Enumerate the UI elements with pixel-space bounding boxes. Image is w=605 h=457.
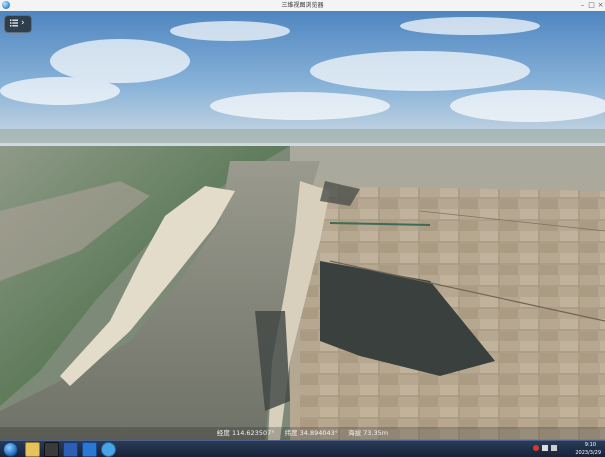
maximize-button[interactable]: □ xyxy=(587,0,596,10)
altitude-readout: 海拔 73.35m xyxy=(348,429,389,437)
latitude-readout: 纬度 34.894043° xyxy=(284,429,339,437)
list-icon xyxy=(10,19,18,27)
network-icon[interactable] xyxy=(542,445,548,451)
taskbar: 9:10 2023/3/29 xyxy=(0,440,605,457)
wps-icon[interactable] xyxy=(82,442,97,457)
longitude-readout: 经度 114.623507° xyxy=(216,429,275,437)
3d-map-view[interactable] xyxy=(0,11,605,440)
window-title: 三维视图浏览器 xyxy=(281,2,324,9)
system-tray: 9:10 2023/3/29 xyxy=(533,441,603,457)
horizon-haze xyxy=(0,129,605,143)
minimize-button[interactable]: – xyxy=(578,0,587,10)
close-button[interactable]: × xyxy=(596,0,605,10)
antivirus-icon[interactable] xyxy=(533,445,539,451)
clock-time[interactable]: 9:10 xyxy=(585,441,596,449)
layer-panel-toggle[interactable]: › xyxy=(4,15,32,33)
coordinate-readout: 经度 114.623507° 纬度 34.894043° 海拔 73.35m xyxy=(0,427,605,440)
media-player-icon[interactable] xyxy=(44,442,59,457)
map-app-icon[interactable] xyxy=(101,442,116,457)
volume-icon[interactable] xyxy=(551,445,557,451)
file-explorer-icon[interactable] xyxy=(25,442,40,457)
chevron-right-icon: › xyxy=(21,18,25,28)
word-icon[interactable] xyxy=(63,442,78,457)
start-button[interactable] xyxy=(3,442,18,457)
